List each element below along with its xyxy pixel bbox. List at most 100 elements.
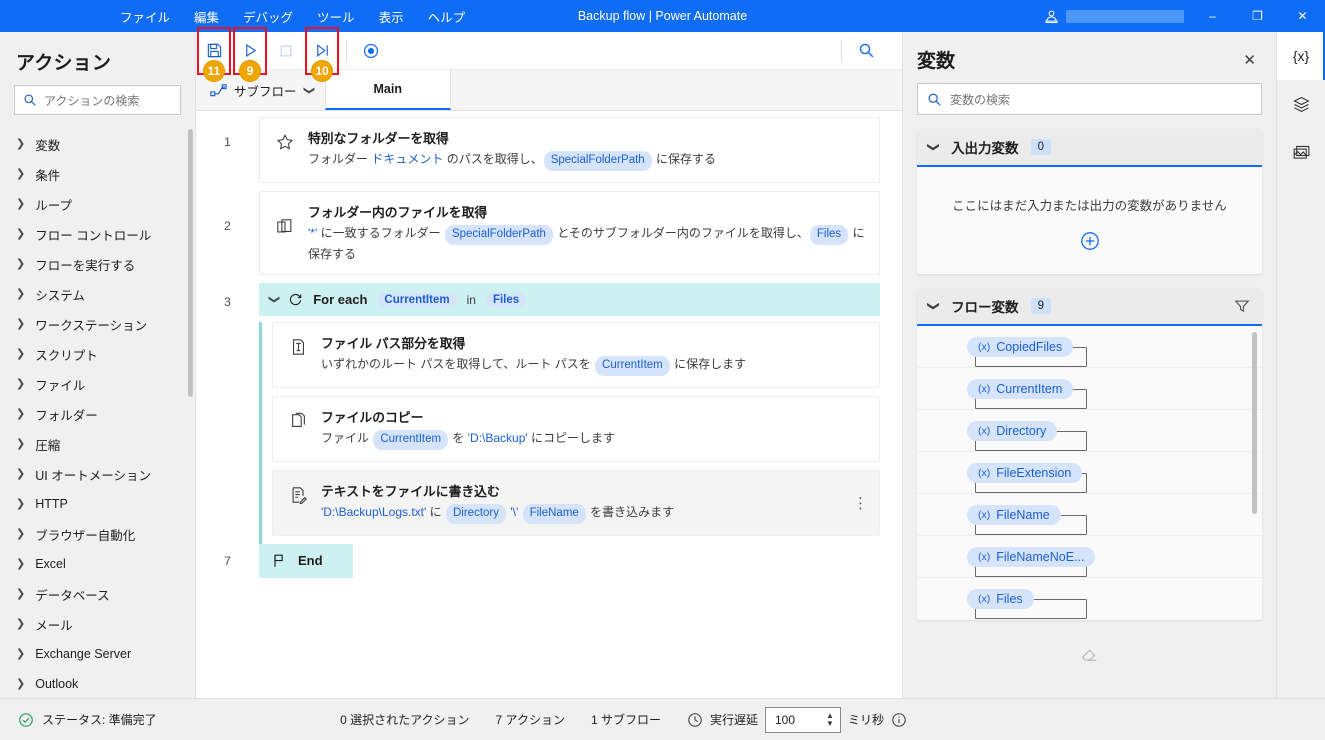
menu-item-view[interactable]: 表示 bbox=[367, 1, 416, 32]
category-http[interactable]: ❯ HTTP bbox=[0, 489, 195, 519]
variable-search-input[interactable]: 変数の検索 bbox=[917, 83, 1262, 115]
flow-step-2[interactable]: 2 フォルダー内のファイルを取得 '*' に一致するフォルダー SpecialF… bbox=[196, 190, 880, 283]
flow-variables-section: ❯ フロー変数 9 (x) CopiedFiles (x) CurrentIte… bbox=[917, 288, 1262, 620]
category-email[interactable]: ❯ メール bbox=[0, 609, 195, 639]
plus-circle-icon[interactable] bbox=[917, 230, 1262, 252]
save-button[interactable]: 11 bbox=[196, 26, 232, 82]
menu-item-file[interactable]: ファイル bbox=[108, 1, 182, 32]
variable-row[interactable]: (x) FileNameNoE... bbox=[917, 536, 1262, 578]
variable-chip-filename[interactable]: (x) FileName bbox=[967, 504, 1061, 525]
variables-braces-icon: {x} bbox=[1292, 48, 1310, 64]
minimize-button[interactable]: – bbox=[1190, 0, 1235, 32]
variable-tag: FileName bbox=[522, 503, 586, 524]
execution-delay-value[interactable]: 100 bbox=[766, 713, 820, 727]
close-button[interactable]: ✕ bbox=[1280, 0, 1325, 32]
loop-body: ファイル パス部分を取得 いずれかのルート パスを取得して、ルート パスを Cu… bbox=[259, 322, 880, 544]
chevron-right-icon: ❯ bbox=[16, 557, 26, 570]
close-variables-pane-button[interactable]: ✕ bbox=[1237, 47, 1262, 73]
category-ui-automation[interactable]: ❯ UI オートメーション bbox=[0, 459, 195, 489]
category-compression[interactable]: ❯ 圧縮 bbox=[0, 429, 195, 459]
variable-tag: CurrentItem bbox=[595, 356, 670, 377]
rail-button-ui-elements[interactable] bbox=[1277, 80, 1325, 128]
action-category-list[interactable]: ❯ 変数 ❯ 条件 ❯ ループ ❯ フロー コントロール ❯ フローを実行する ❯ システム… bbox=[0, 127, 195, 698]
run-next-action-button[interactable]: 10 bbox=[304, 26, 340, 82]
eraser-icon[interactable] bbox=[903, 634, 1276, 664]
flow-step-7[interactable]: 7 End bbox=[196, 543, 880, 578]
chevron-down-icon[interactable]: ❯ bbox=[268, 295, 280, 304]
category-run-flow[interactable]: ❯ フローを実行する bbox=[0, 249, 195, 279]
flow-step-3[interactable]: 3 ❯ For each CurrentItem in Files ファイル パ… bbox=[196, 283, 880, 544]
action-card-copy-file[interactable]: ファイルのコピー ファイル CurrentItem を 'D:\Backup' … bbox=[272, 396, 880, 462]
action-card-write-text-to-file[interactable]: テキストをファイルに書き込む 'D:\Backup\Logs.txt' に Di… bbox=[272, 469, 880, 536]
category-folder[interactable]: ❯ フォルダー bbox=[0, 399, 195, 429]
chevron-right-icon: ❯ bbox=[16, 647, 26, 660]
category-conditions[interactable]: ❯ 条件 bbox=[0, 159, 195, 189]
category-exchange-server[interactable]: ❯ Exchange Server bbox=[0, 639, 195, 669]
chevron-down-icon[interactable]: ❯ bbox=[927, 301, 941, 311]
category-outlook[interactable]: ❯ Outlook bbox=[0, 669, 195, 698]
action-search-placeholder: アクションの検索 bbox=[44, 93, 140, 108]
flow-variables-title: フロー変数 bbox=[951, 300, 1019, 315]
menu-item-help[interactable]: ヘルプ bbox=[416, 1, 478, 32]
info-icon[interactable] bbox=[891, 712, 907, 728]
flow-canvas[interactable]: 1 特別なフォルダーを取得 フォルダー ドキュメント のパスを取得し、 Spec… bbox=[196, 111, 902, 698]
maximize-button[interactable]: ❐ bbox=[1235, 0, 1280, 32]
category-workstation[interactable]: ❯ ワークステーション bbox=[0, 309, 195, 339]
variable-tag: SpecialFolderPath bbox=[543, 151, 652, 171]
execution-delay-stepper[interactable]: 100 ▲ ▼ bbox=[764, 706, 841, 733]
file-path-icon bbox=[287, 333, 309, 376]
flow-variables-list[interactable]: (x) CopiedFiles (x) CurrentItem (x) Directo… bbox=[917, 326, 1262, 620]
action-card-get-files-in-folder[interactable]: フォルダー内のファイルを取得 '*' に一致するフォルダー SpecialFol… bbox=[259, 190, 880, 276]
loop-end-block[interactable]: End bbox=[259, 543, 353, 578]
variables-heading: 変数 bbox=[917, 51, 956, 72]
action-more-options-button[interactable]: ⋮ bbox=[853, 494, 869, 512]
category-system[interactable]: ❯ システム bbox=[0, 279, 195, 309]
action-search-input[interactable]: アクションの検索 bbox=[14, 85, 181, 115]
account-info[interactable] bbox=[1037, 8, 1190, 25]
variable-row[interactable]: (x) FileExtension bbox=[917, 452, 1262, 494]
variable-row[interactable]: (x) Directory bbox=[917, 410, 1262, 452]
badge-run: 9 bbox=[239, 59, 261, 82]
rail-button-images[interactable] bbox=[1277, 128, 1325, 176]
variable-row[interactable]: (x) FileName bbox=[917, 494, 1262, 536]
toolbar-divider-right bbox=[841, 39, 842, 62]
category-database[interactable]: ❯ データベース bbox=[0, 579, 195, 609]
actions-scrollbar[interactable] bbox=[188, 129, 193, 397]
chevron-down-icon[interactable]: ❯ bbox=[927, 142, 941, 152]
category-variables[interactable]: ❯ 変数 bbox=[0, 129, 195, 159]
category-browser-automation[interactable]: ❯ ブラウザー自動化 bbox=[0, 519, 195, 549]
stepper-arrows[interactable]: ▲ ▼ bbox=[820, 712, 840, 728]
variable-row[interactable]: (x) CurrentItem bbox=[917, 368, 1262, 410]
category-excel[interactable]: ❯ Excel bbox=[0, 549, 195, 579]
variables-scrollbar[interactable] bbox=[1252, 332, 1257, 514]
chevron-up-icon[interactable]: ▲ bbox=[826, 712, 834, 720]
variable-row[interactable]: (x) CopiedFiles bbox=[917, 326, 1262, 368]
variable-chip-copiedfiles[interactable]: (x) CopiedFiles bbox=[967, 336, 1074, 357]
rail-button-variables[interactable]: {x} bbox=[1277, 32, 1325, 80]
variable-chip-fileextension[interactable]: (x) FileExtension bbox=[967, 462, 1083, 483]
flow-step-1[interactable]: 1 特別なフォルダーを取得 フォルダー ドキュメント のパスを取得し、 Spec… bbox=[196, 117, 880, 191]
category-loops[interactable]: ❯ ループ bbox=[0, 189, 195, 219]
badge-save: 11 bbox=[203, 59, 225, 82]
variable-chip-directory[interactable]: (x) Directory bbox=[967, 420, 1058, 441]
variable-row[interactable]: (x) Files bbox=[917, 578, 1262, 620]
category-file[interactable]: ❯ ファイル bbox=[0, 369, 195, 399]
variable-x-icon: (x) bbox=[978, 340, 991, 353]
loop-header-for-each[interactable]: ❯ For each CurrentItem in Files bbox=[259, 283, 880, 317]
run-button[interactable]: 9 bbox=[232, 26, 268, 82]
action-card-get-special-folder[interactable]: 特別なフォルダーを取得 フォルダー ドキュメント のパスを取得し、 Special… bbox=[259, 117, 880, 183]
variable-chip-files[interactable]: (x) Files bbox=[967, 589, 1034, 609]
flow-variables-header[interactable]: ❯ フロー変数 9 bbox=[917, 288, 1262, 326]
chevron-down-icon[interactable]: ▼ bbox=[826, 720, 834, 728]
variable-chip-filenamenoextension[interactable]: (x) FileNameNoE... bbox=[967, 546, 1096, 567]
io-variables-header[interactable]: ❯ 入出力変数 0 bbox=[917, 129, 1262, 167]
filter-icon[interactable] bbox=[1234, 298, 1250, 314]
recorder-button[interactable] bbox=[353, 33, 389, 69]
category-scripting[interactable]: ❯ スクリプト bbox=[0, 339, 195, 369]
flow-search-button[interactable] bbox=[848, 33, 884, 69]
action-card-get-file-path-part[interactable]: ファイル パス部分を取得 いずれかのルート パスを取得して、ルート パスを Cu… bbox=[272, 322, 880, 389]
tab-main[interactable]: Main bbox=[324, 70, 451, 110]
actions-heading: アクション bbox=[16, 53, 112, 74]
variable-chip-currentitem[interactable]: (x) CurrentItem bbox=[967, 378, 1074, 399]
category-flow-control[interactable]: ❯ フロー コントロール bbox=[0, 219, 195, 249]
